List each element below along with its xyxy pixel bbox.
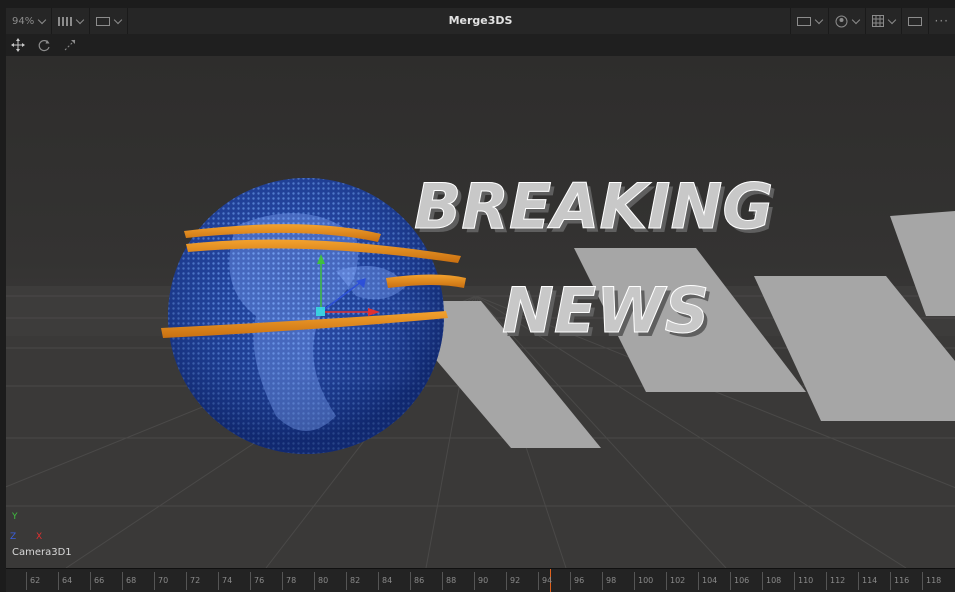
timeline-tick: 66: [90, 572, 104, 590]
timeline-ruler[interactable]: 62 64 66 68 70 72 74 76 78 80 82 84 86 88 90 92 94 96 98 10…: [6, 568, 955, 592]
timeline-tick: 116: [890, 572, 909, 590]
camera-label: Camera3D1: [12, 547, 72, 558]
grid-icon: [871, 15, 884, 27]
display-options-dropdown[interactable]: [789, 8, 828, 34]
timeline-tick: 112: [826, 572, 845, 590]
timeline-tick: 90: [474, 572, 488, 590]
more-dots-icon: ···: [934, 14, 949, 28]
scale-icon: [64, 39, 76, 51]
timeline-tick: 108: [762, 572, 781, 590]
timeline-tick: 82: [346, 572, 360, 590]
rgb-channels-icon: [835, 15, 848, 27]
timeline-tick: 98: [602, 572, 616, 590]
timeline-tick: 106: [730, 572, 749, 590]
timeline-tick: 78: [282, 572, 296, 590]
move-tool-button[interactable]: [10, 37, 26, 53]
more-options-button[interactable]: ···: [927, 8, 955, 34]
headline-line2: NEWS: [502, 274, 709, 347]
3d-viewport[interactable]: BREAKING BREAKING NEWS NEWS Y Z X Camera…: [6, 56, 955, 568]
timeline-tick: 76: [250, 572, 264, 590]
transform-tools: [6, 34, 955, 56]
timeline-tick: 102: [666, 572, 685, 590]
timeline-tick: 92: [506, 572, 520, 590]
axis-y-label: Y: [12, 512, 18, 522]
viewer-frame: 94% Merge3DS ··· BREAKING BREAKING NEWS …: [0, 0, 955, 592]
timeline-tick: 88: [442, 572, 456, 590]
move-arrows-icon: [11, 38, 25, 52]
timeline-tick: 84: [378, 572, 392, 590]
scale-tool-button[interactable]: [62, 37, 78, 53]
timeline-tick: 68: [122, 572, 136, 590]
rotate-tool-button[interactable]: [36, 37, 52, 53]
chevron-down-icon: [851, 15, 860, 24]
timeline-tick: 86: [410, 572, 424, 590]
timeline-tick: 80: [314, 572, 328, 590]
timeline-tick: 70: [154, 572, 168, 590]
viewer-toolbar: 94% Merge3DS ···: [6, 8, 955, 35]
fullscreen-icon: [907, 16, 922, 26]
timeline-tick: 118: [922, 572, 941, 590]
timeline-tick: 100: [634, 572, 653, 590]
timeline-tick: 94: [538, 572, 552, 590]
grid-dropdown[interactable]: [864, 8, 901, 34]
timeline-tick: 110: [794, 572, 813, 590]
timeline-tick: 72: [186, 572, 200, 590]
chevron-down-icon: [887, 15, 896, 24]
axis-z-label: Z: [10, 532, 17, 542]
timeline-tick: 74: [218, 572, 232, 590]
chevron-down-icon: [814, 15, 823, 24]
timeline-tick: 96: [570, 572, 584, 590]
axis-x-label: X: [36, 532, 43, 542]
timeline-tick: 64: [58, 572, 72, 590]
headline-line1: BREAKING: [414, 170, 773, 243]
monitor-icon: [796, 16, 811, 26]
timeline-tick: 104: [698, 572, 717, 590]
scene-render: BREAKING BREAKING NEWS NEWS: [6, 170, 955, 568]
timeline-tick: 114: [858, 572, 877, 590]
rotate-icon: [38, 39, 50, 51]
fullscreen-button[interactable]: [900, 8, 928, 34]
channel-dropdown[interactable]: [827, 8, 865, 34]
timeline-tick: 62: [26, 572, 40, 590]
